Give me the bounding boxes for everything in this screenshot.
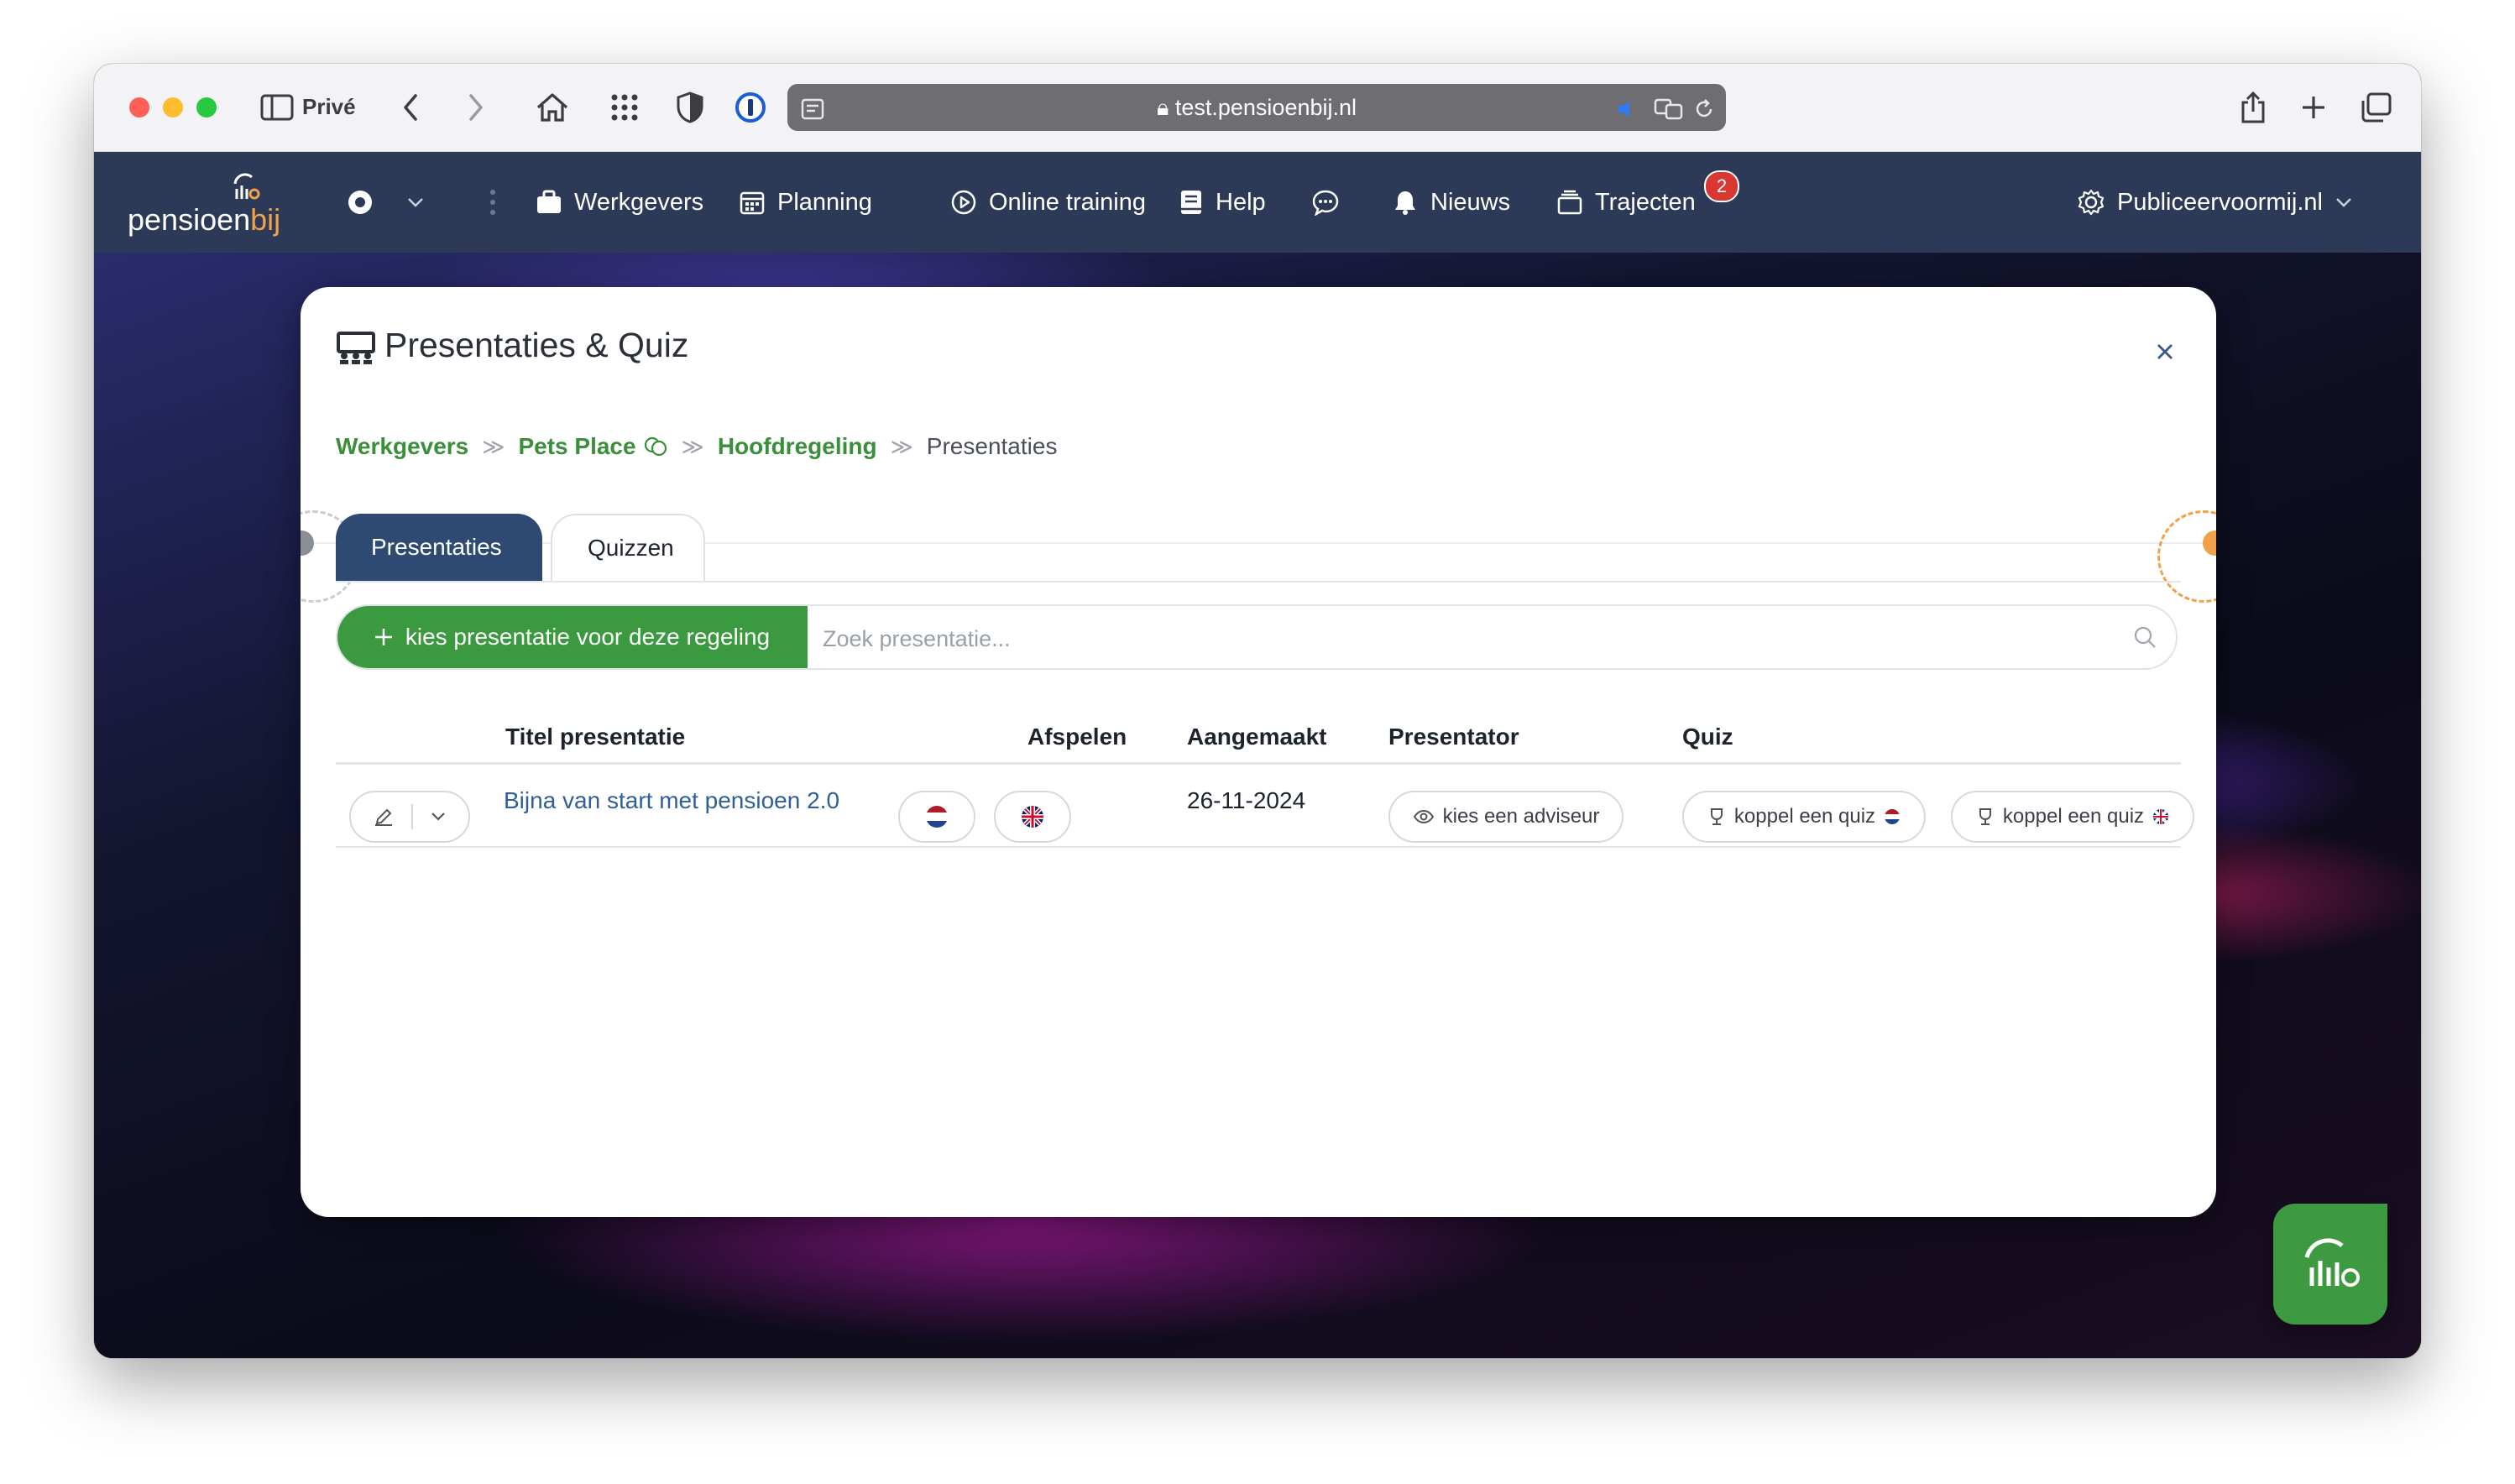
translate-icon[interactable]	[1652, 89, 1686, 129]
chevron-right-icon: ≫	[890, 433, 913, 459]
chat-bubbles-icon	[644, 436, 667, 457]
chevron-right-icon: ≫	[681, 433, 704, 459]
shield-icon[interactable]	[672, 87, 708, 128]
breadcrumb-hoofdregeling[interactable]: Hoofdregeling	[718, 433, 877, 460]
private-label: Privé	[302, 94, 356, 119]
zoom-window-button[interactable]	[196, 97, 217, 118]
decorative-circle-right	[2157, 510, 2216, 603]
chevron-down-icon	[2336, 198, 2351, 207]
assistant-fab-button[interactable]	[2273, 1204, 2387, 1325]
column-header-created: Aangemaakt	[1187, 724, 1327, 750]
play-dutch-button[interactable]	[898, 791, 975, 843]
link-quiz-en-button[interactable]: koppel een quiz	[1951, 791, 2194, 843]
address-bar[interactable]: 🔒︎ test.pensioenbij.nl	[787, 84, 1726, 131]
flag-nl-icon	[1885, 809, 1901, 824]
site-selector-dropdown[interactable]: Publiceervoormij.nl	[2077, 184, 2353, 221]
flag-uk-icon	[2153, 809, 2169, 824]
pencil-icon	[375, 808, 392, 826]
password-manager-icon[interactable]	[732, 87, 769, 128]
minimize-window-button[interactable]	[163, 97, 183, 118]
chat-icon[interactable]	[1311, 184, 1340, 221]
nav-help[interactable]: Help	[1179, 184, 1266, 221]
breadcrumb-pets-place[interactable]: Pets Place	[518, 433, 635, 460]
breadcrumb-current: Presentaties	[926, 433, 1058, 459]
brand-wordmark: pensioenbij	[128, 202, 281, 237]
gear-icon	[2078, 189, 2105, 216]
share-icon[interactable]	[2235, 87, 2272, 128]
breadcrumb: Werkgevers ≫ Pets Place ≫ Hoofdregeling …	[336, 430, 1057, 463]
briefcase-icon	[537, 190, 561, 213]
life-ring-icon	[348, 191, 372, 214]
nav-nieuws[interactable]: Nieuws	[1392, 184, 1510, 221]
tab-presentaties[interactable]: Presentaties	[336, 514, 542, 581]
reload-icon[interactable]	[1689, 89, 1719, 129]
search-input[interactable]	[821, 621, 2117, 656]
nav-trajecten[interactable]: Trajecten	[1556, 184, 1696, 221]
column-header-play: Afspelen	[1027, 724, 1127, 750]
tab-overview-icon[interactable]	[2357, 87, 2394, 128]
apps-grid-icon[interactable]	[606, 87, 643, 128]
back-icon[interactable]	[398, 87, 423, 128]
nav-online-training[interactable]: Online training	[950, 184, 1146, 221]
tab-quizzen[interactable]: Quizzen	[551, 514, 705, 581]
sidebar-icon[interactable]	[259, 87, 295, 128]
add-presentation-button[interactable]: kies presentatie voor deze regeling	[337, 606, 808, 668]
lock-icon: 🔒︎	[1156, 95, 1169, 120]
choose-advisor-button[interactable]: kies een adviseur	[1388, 791, 1624, 843]
trophy-icon	[1979, 808, 1991, 825]
play-circle-icon	[951, 190, 976, 215]
more-vertical-icon[interactable]	[489, 184, 497, 221]
column-header-presenter: Presentator	[1388, 724, 1519, 750]
play-english-button[interactable]	[994, 791, 1071, 843]
calendar-icon	[740, 191, 765, 215]
table-header-divider	[336, 762, 2181, 765]
nav-werkgevers[interactable]: Werkgevers	[536, 184, 703, 221]
pensioenbij-logo[interactable]: pensioenbij	[128, 170, 295, 238]
chevron-right-icon: ≫	[482, 433, 505, 459]
table-row-divider	[336, 846, 2181, 848]
tab-underline	[336, 581, 2181, 583]
book-icon	[1181, 191, 1201, 214]
pensioenbij-assistant-icon	[2304, 1238, 2360, 1287]
created-date: 26-11-2024	[1187, 787, 1306, 813]
add-presentation-label: kies presentatie voor deze regeling	[405, 624, 771, 650]
bell-icon	[1395, 191, 1415, 215]
life-ring-dropdown[interactable]	[346, 184, 425, 221]
search-action-bar: kies presentatie voor deze regeling	[336, 604, 2178, 670]
browser-window: Privé 🔒︎ test.pensioenbij.nl pensioenbij…	[94, 64, 2421, 1358]
browser-toolbar: Privé 🔒︎ test.pensioenbij.nl	[94, 64, 2421, 152]
forward-icon[interactable]	[463, 87, 489, 128]
button-separator	[411, 804, 413, 829]
chevron-down-icon	[408, 198, 423, 207]
modal-title: Presentaties & Quiz	[384, 326, 689, 364]
url-text: 🔒︎ test.pensioenbij.nl	[1156, 95, 1357, 120]
edit-dropdown-button[interactable]	[349, 791, 470, 843]
column-header-quiz: Quiz	[1682, 724, 1733, 750]
search-icon[interactable]	[2132, 624, 2157, 650]
audio-icon[interactable]	[1612, 89, 1642, 129]
trajecten-count-badge: 2	[1704, 170, 1739, 202]
home-icon[interactable]	[534, 87, 571, 128]
folder-stack-icon	[1557, 190, 1582, 215]
plus-icon	[374, 629, 392, 645]
presentation-title-link[interactable]: Bijna van start met pensioen 2.0	[504, 787, 839, 814]
new-tab-icon[interactable]	[2295, 87, 2332, 128]
chevron-down-icon	[431, 813, 445, 821]
presentation-audience-icon	[337, 332, 375, 364]
eye-icon	[1413, 809, 1434, 824]
presentations-modal: Presentaties & Quiz Werkgevers ≫ Pets Pl…	[301, 287, 2216, 1217]
breadcrumb-werkgevers[interactable]: Werkgevers	[336, 433, 468, 460]
flag-nl-icon	[926, 806, 948, 828]
app-navbar: pensioenbij Werkgevers Planning Online t…	[94, 152, 2421, 253]
flag-uk-icon	[1022, 806, 1043, 828]
trophy-icon	[1710, 808, 1723, 825]
close-window-button[interactable]	[129, 97, 149, 118]
link-quiz-nl-button[interactable]: koppel een quiz	[1682, 791, 1926, 843]
logo-icon	[233, 173, 260, 200]
nav-planning[interactable]: Planning	[739, 184, 872, 221]
column-header-title: Titel presentatie	[505, 724, 686, 750]
close-icon	[2157, 344, 2173, 359]
close-modal-button[interactable]	[2151, 337, 2179, 366]
